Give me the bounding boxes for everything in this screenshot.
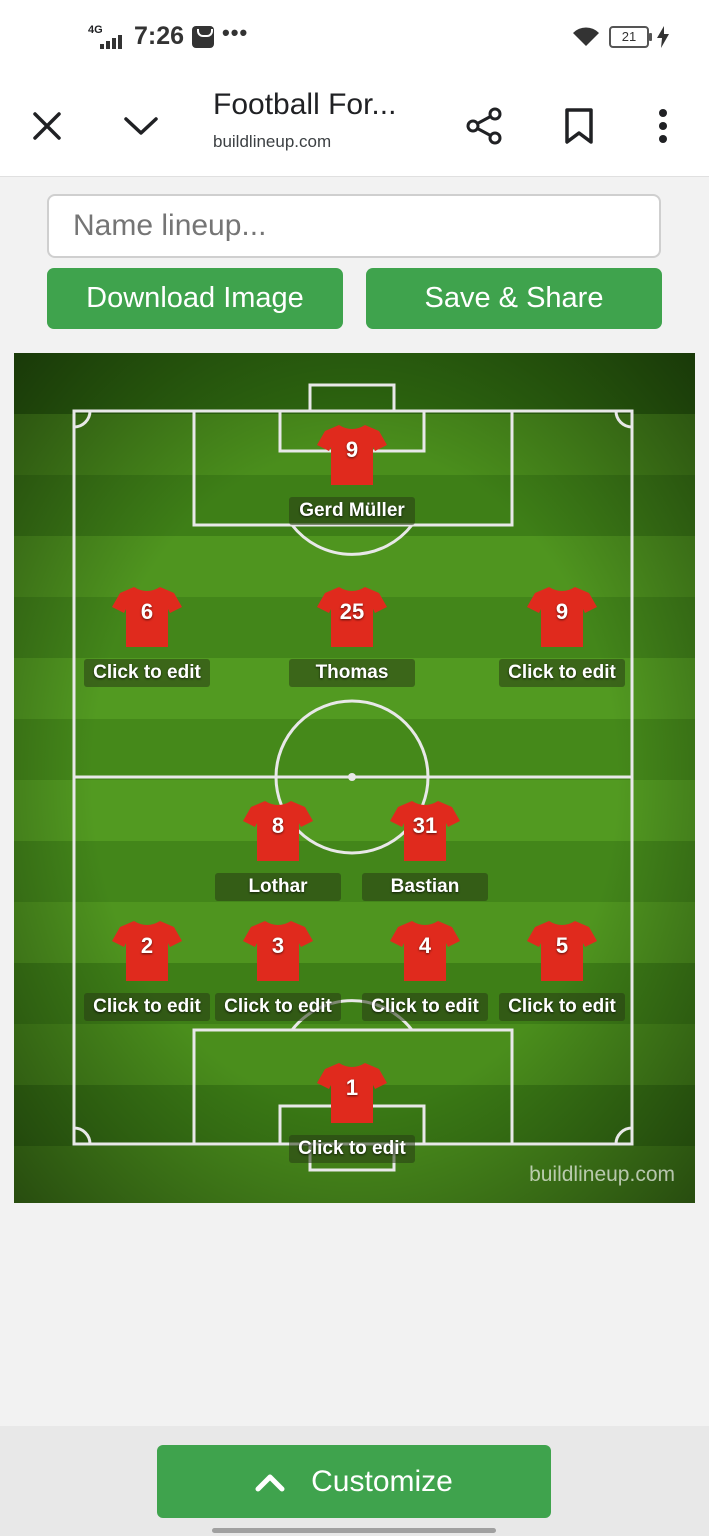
player-slot[interactable]: 5 Click to edit — [492, 919, 632, 1021]
player-name-label[interactable]: Click to edit — [84, 993, 210, 1021]
player-slot[interactable]: 6 Click to edit — [77, 585, 217, 687]
shirt-number: 31 — [412, 813, 438, 838]
shirt-icon[interactable]: 8 — [243, 799, 313, 863]
home-indicator[interactable] — [212, 1528, 496, 1533]
shirt-icon[interactable]: 31 — [390, 799, 460, 863]
download-image-button[interactable]: Download Image — [47, 268, 343, 329]
wifi-icon — [573, 27, 599, 46]
save-share-button[interactable]: Save & Share — [366, 268, 662, 329]
close-icon[interactable] — [19, 98, 75, 154]
player-name-label[interactable]: Lothar — [215, 873, 341, 901]
player-slot[interactable]: 4 Click to edit — [355, 919, 495, 1021]
more-vert-icon[interactable] — [635, 98, 691, 154]
charging-icon — [657, 26, 669, 48]
player-name-label[interactable]: Gerd Müller — [289, 497, 415, 525]
player-slot[interactable]: 25 Thomas — [282, 585, 422, 687]
shirt-number: 4 — [418, 933, 432, 958]
share-icon[interactable] — [456, 98, 512, 154]
player-name-label[interactable]: Click to edit — [499, 993, 625, 1021]
shirt-number: 6 — [140, 599, 154, 624]
football-pitch: 9 Gerd Müller 6 Click to edit 25 Thomas 9 Click… — [14, 353, 695, 1203]
shirt-number: 25 — [339, 599, 365, 624]
player-name-label[interactable]: Click to edit — [215, 993, 341, 1021]
shirt-icon[interactable]: 1 — [317, 1061, 387, 1125]
more-notifications-icon: ••• — [222, 19, 249, 45]
shirt-number: 2 — [140, 933, 154, 958]
shopping-bag-icon — [192, 25, 215, 48]
player-slot[interactable]: 2 Click to edit — [77, 919, 217, 1021]
clock: 7:26 — [134, 22, 185, 50]
player-slot[interactable]: 8 Lothar — [208, 799, 348, 901]
player-slot[interactable]: 31 Bastian — [355, 799, 495, 901]
shirt-icon[interactable]: 3 — [243, 919, 313, 983]
player-name-label[interactable]: Click to edit — [499, 659, 625, 687]
player-name-label[interactable]: Bastian — [362, 873, 488, 901]
shirt-icon[interactable]: 6 — [112, 585, 182, 649]
signal-icon: 4G — [88, 23, 126, 51]
shirt-icon[interactable]: 4 — [390, 919, 460, 983]
customize-label: Customize — [311, 1464, 453, 1498]
player-slot[interactable]: 1 Click to edit — [282, 1061, 422, 1163]
player-name-label[interactable]: Click to edit — [362, 993, 488, 1021]
shirt-icon[interactable]: 25 — [317, 585, 387, 649]
player-slot[interactable]: 9 Click to edit — [492, 585, 632, 687]
shirt-number: 9 — [345, 437, 359, 462]
shirt-icon[interactable]: 5 — [527, 919, 597, 983]
shirt-icon[interactable]: 9 — [317, 423, 387, 487]
shirt-icon[interactable]: 2 — [112, 919, 182, 983]
player-name-label[interactable]: Click to edit — [289, 1135, 415, 1163]
page-url: buildlineup.com — [213, 132, 332, 151]
player-name-label[interactable]: Click to edit — [84, 659, 210, 687]
status-bar: 4G 7:26 ••• 21 — [0, 0, 709, 78]
watermark: buildlineup.com — [529, 1163, 675, 1186]
chevron-up-icon — [255, 1474, 285, 1491]
battery-icon: 21 — [609, 26, 652, 48]
chevron-down-icon[interactable] — [113, 98, 169, 154]
shirt-number: 3 — [271, 933, 285, 958]
customize-button[interactable]: Customize — [157, 1445, 551, 1518]
lineup-name-input[interactable] — [47, 194, 661, 258]
shirt-number: 8 — [271, 813, 285, 838]
shirt-icon[interactable]: 9 — [527, 585, 597, 649]
browser-toolbar: Football For... buildlineup.com — [0, 78, 709, 177]
shirt-number: 1 — [345, 1075, 359, 1100]
player-slot[interactable]: 9 Gerd Müller — [282, 423, 422, 525]
shirt-number: 9 — [555, 599, 569, 624]
player-name-label[interactable]: Thomas — [289, 659, 415, 687]
page-title: Football For... — [213, 88, 397, 121]
bookmark-icon[interactable] — [551, 98, 607, 154]
shirt-number: 5 — [555, 933, 569, 958]
player-slot[interactable]: 3 Click to edit — [208, 919, 348, 1021]
